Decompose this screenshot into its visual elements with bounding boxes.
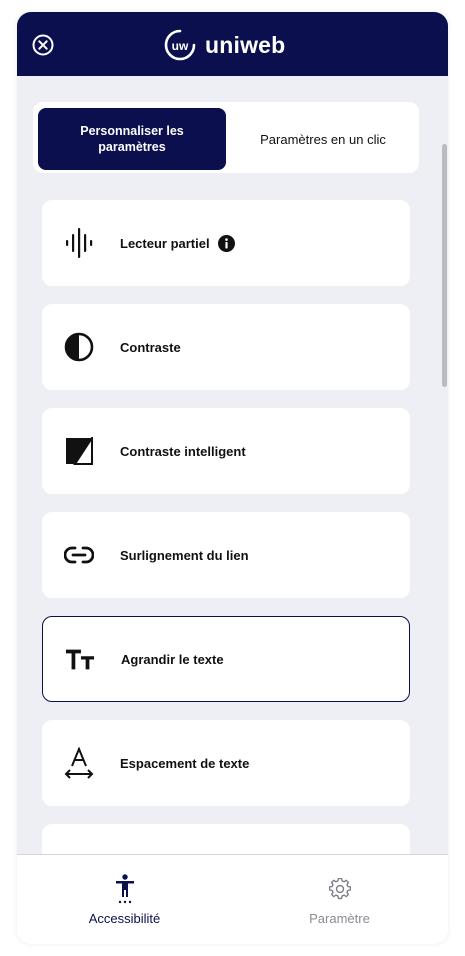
- settings-scroll-area[interactable]: Personnaliser les paramètres Paramètres …: [17, 76, 448, 854]
- close-icon: [32, 34, 54, 56]
- uniweb-logo-icon: uw: [164, 29, 196, 61]
- logo: uw uniweb: [163, 28, 285, 62]
- text-size-icon: [65, 644, 95, 674]
- accessibility-panel: uw uniweb Personnaliser les paramètres P…: [17, 12, 448, 944]
- gear-icon: [328, 873, 351, 905]
- logo-text: uniweb: [205, 31, 286, 58]
- nav-accessibility[interactable]: Accessibilité: [17, 855, 232, 944]
- tab-one-click[interactable]: Paramètres en un clic: [232, 108, 414, 170]
- link-icon: [64, 540, 94, 570]
- nav-settings[interactable]: Paramètre: [232, 855, 447, 944]
- feature-label: Lecteur partiel: [120, 235, 210, 251]
- feature-card-partial[interactable]: [42, 824, 410, 854]
- feature-label: Espacement de texte: [120, 755, 250, 771]
- audio-wave-icon: [64, 228, 94, 258]
- feature-card-enlarge-text[interactable]: Agrandir le texte: [42, 616, 410, 702]
- tab-personalize[interactable]: Personnaliser les paramètres: [38, 108, 226, 170]
- feature-label: Contraste intelligent: [120, 443, 246, 459]
- scrollbar-thumb[interactable]: [442, 144, 447, 387]
- logo-mark: uw: [172, 39, 189, 53]
- mode-tabs: Personnaliser les paramètres Paramètres …: [33, 102, 419, 173]
- nav-label: Paramètre: [309, 911, 370, 926]
- smart-contrast-icon: [64, 436, 94, 466]
- feature-card-contrast[interactable]: Contraste: [42, 304, 410, 390]
- feature-card-link-highlight[interactable]: Surlignement du lien: [42, 512, 410, 598]
- bottom-nav: Accessibilité Paramètre: [17, 854, 448, 944]
- feature-label: Agrandir le texte: [121, 651, 224, 667]
- text-spacing-icon: [64, 747, 94, 779]
- header: uw uniweb: [17, 12, 448, 76]
- info-icon[interactable]: [217, 234, 235, 252]
- feature-card-text-spacing[interactable]: Espacement de texte: [42, 720, 410, 806]
- feature-label: Contraste: [120, 339, 181, 355]
- feature-card-smart-contrast[interactable]: Contraste intelligent: [42, 408, 410, 494]
- close-button[interactable]: [31, 33, 55, 57]
- accessibility-icon: [115, 873, 135, 905]
- feature-label: Surlignement du lien: [120, 547, 249, 563]
- contrast-icon: [64, 332, 94, 362]
- nav-label: Accessibilité: [88, 911, 161, 926]
- feature-card-partial-reader[interactable]: Lecteur partiel: [42, 200, 410, 286]
